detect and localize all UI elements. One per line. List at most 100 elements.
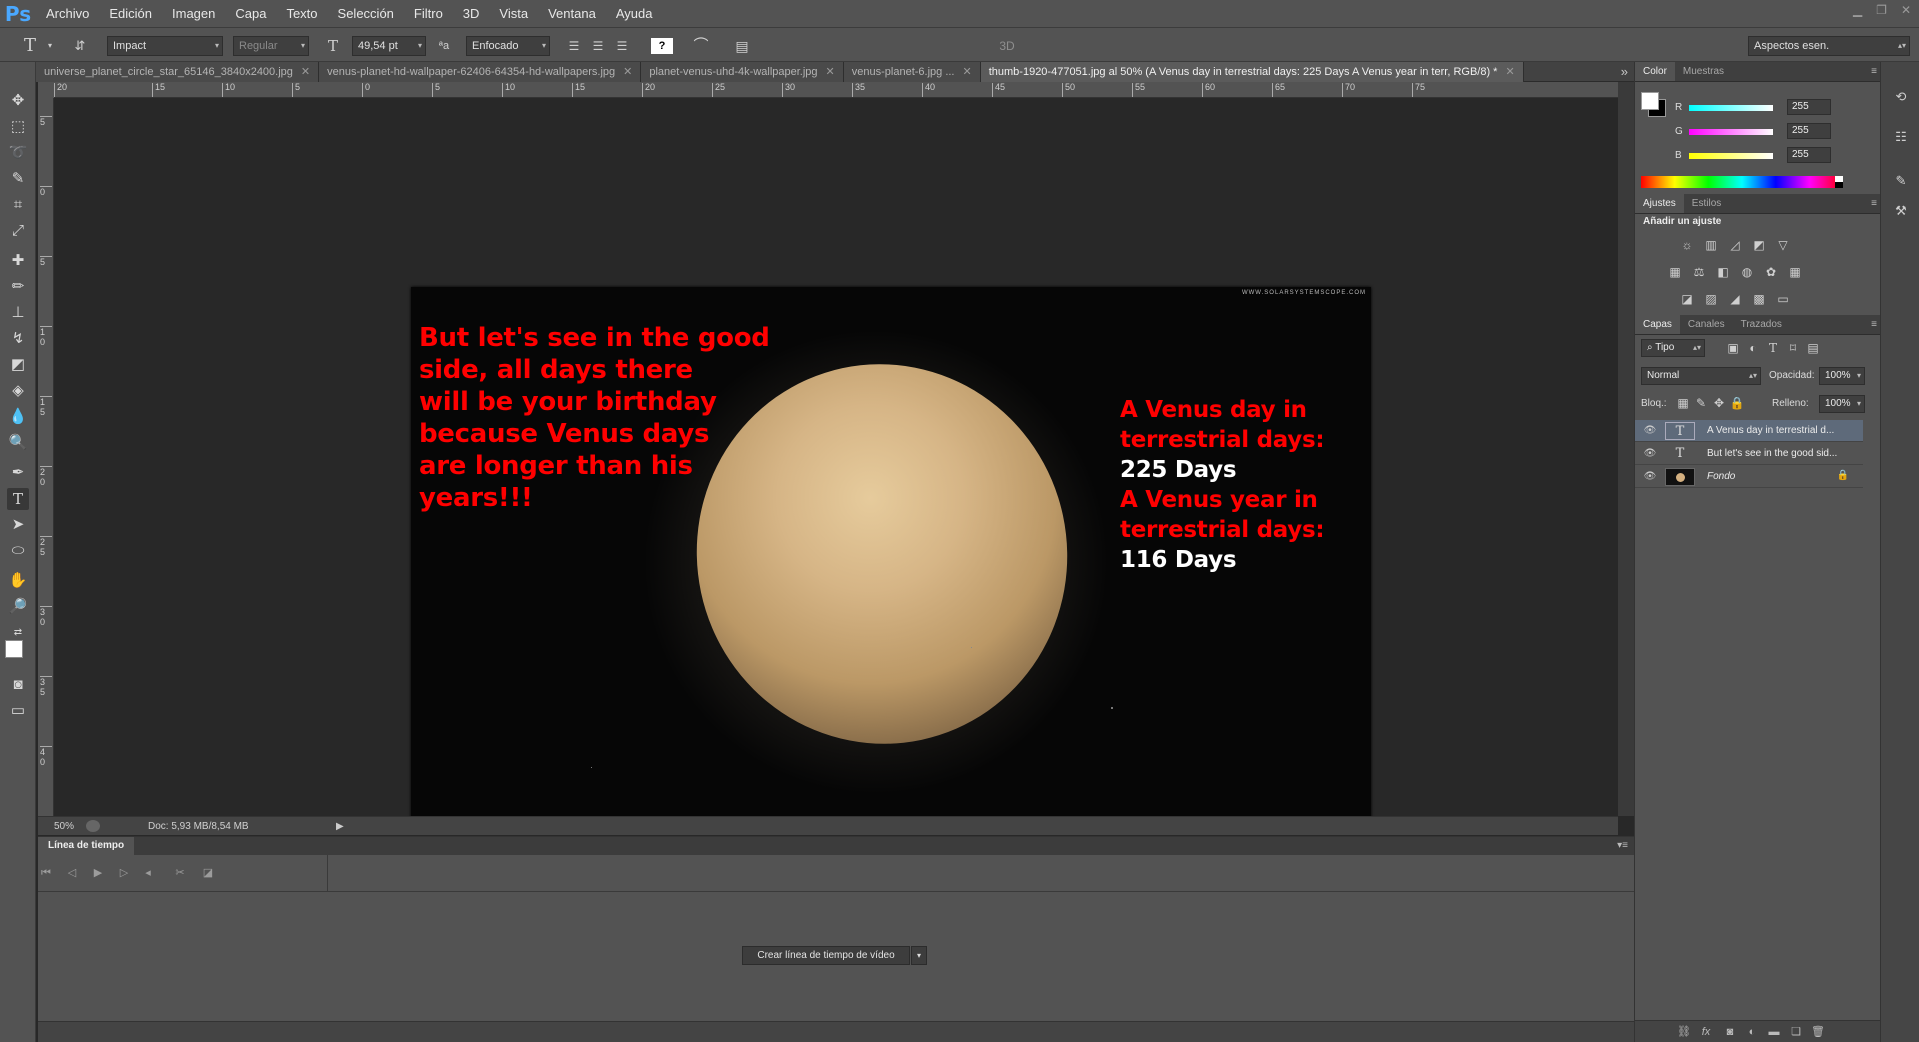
crop-tool-icon[interactable]: ⌗ [7, 194, 29, 216]
blend-mode-select[interactable]: Normal ▴▾ [1641, 367, 1761, 385]
split-icon[interactable]: ✂ [172, 865, 188, 881]
layer-style-icon[interactable]: fx [1699, 1025, 1713, 1039]
layer-row-venus-day[interactable]: 👁 T A Venus day in terrestrial d... [1635, 420, 1863, 442]
dodge-tool-icon[interactable]: 🔍 [7, 432, 29, 454]
add-mask-icon[interactable]: ◙ [1723, 1025, 1737, 1039]
selective-color-icon[interactable]: ▩ [1751, 292, 1767, 306]
panel-menu-icon[interactable]: ≡ [1871, 194, 1877, 214]
tab-color[interactable]: Color [1635, 62, 1675, 81]
quick-selection-tool-icon[interactable]: ✎ [7, 168, 29, 190]
font-size-select[interactable]: 49,54 pt ▾ [352, 36, 426, 56]
menu-filtro[interactable]: Filtro [404, 0, 453, 27]
green-slider[interactable]: G 255 [1675, 123, 1875, 140]
new-layer-icon[interactable]: ❏ [1789, 1025, 1803, 1039]
screen-mode-icon[interactable]: ▭ [7, 700, 29, 722]
layer-name[interactable]: But let's see in the good sid... [1707, 443, 1837, 465]
font-family-select[interactable]: Impact ▾ [107, 36, 223, 56]
canvas-area[interactable]: WWW.SOLARSYSTEMSCOPE.COM But let's see i… [55, 99, 1618, 827]
levels-icon[interactable]: ▥ [1703, 238, 1719, 252]
clone-stamp-tool-icon[interactable]: ⊥ [7, 302, 29, 324]
lasso-tool-icon[interactable]: ➰ [7, 142, 29, 164]
posterize-icon[interactable]: ▨ [1703, 292, 1719, 306]
tab-venus-hd-wallpaper[interactable]: venus-planet-hd-wallpaper-62406-64354-hd… [319, 62, 642, 82]
filter-pixel-icon[interactable]: ▣ [1725, 341, 1741, 355]
filter-shape-icon[interactable]: ⌑ [1785, 341, 1801, 355]
menu-edicion[interactable]: Edición [99, 0, 162, 27]
move-tool-icon[interactable]: ✥ [7, 90, 29, 112]
exposure-icon[interactable]: ◩ [1751, 238, 1767, 252]
preset-dropdown-icon[interactable]: ▾ [40, 36, 60, 56]
zoom-level-field[interactable]: 50% [38, 821, 78, 832]
venus-day-text-layer[interactable]: A Venus day in terrestrial days: 225 Day… [1120, 395, 1370, 575]
menu-vista[interactable]: Vista [489, 0, 538, 27]
color-lookup-icon[interactable]: ▦ [1787, 265, 1803, 279]
menu-3d[interactable]: 3D [453, 0, 490, 27]
3d-mode-button[interactable]: 3D [992, 36, 1022, 56]
black-white-icon[interactable]: ◧ [1715, 265, 1731, 279]
vertical-ruler[interactable]: 5 0 5 1 0 1 5 2 0 2 5 3 0 3 5 4 0 [38, 98, 54, 816]
menu-capa[interactable]: Capa [225, 0, 276, 27]
opacity-field[interactable]: 100% ▾ [1819, 367, 1865, 385]
tab-layers[interactable]: Capas [1635, 315, 1680, 334]
tab-styles[interactable]: Estilos [1684, 194, 1729, 213]
pen-tool-icon[interactable]: ✒ [7, 462, 29, 484]
red-slider[interactable]: R 255 [1675, 99, 1875, 116]
blue-slider[interactable]: B 255 [1675, 147, 1875, 164]
brush-panel-icon[interactable]: ✎ [1892, 172, 1910, 190]
tab-swatches[interactable]: Muestras [1675, 62, 1732, 81]
lock-transparent-icon[interactable]: ▦ [1675, 396, 1691, 410]
eraser-tool-icon[interactable]: ◩ [7, 354, 29, 376]
blue-value-field[interactable]: 255 [1787, 147, 1831, 163]
new-group-icon[interactable]: ▬ [1767, 1025, 1781, 1039]
paint-bucket-tool-icon[interactable]: ◈ [7, 380, 29, 402]
brightness-icon[interactable]: ☼ [1679, 238, 1695, 252]
align-right-icon[interactable]: ☰ [612, 36, 632, 56]
close-tab-icon[interactable]: ✕ [1505, 62, 1514, 82]
filter-smart-object-icon[interactable]: ▤ [1805, 341, 1821, 355]
properties-panel-icon[interactable]: ☷ [1892, 128, 1910, 146]
menu-ventana[interactable]: Ventana [538, 0, 606, 27]
gradient-map-icon[interactable]: ▭ [1775, 292, 1791, 306]
ruler-origin[interactable] [38, 82, 54, 98]
color-spectrum[interactable] [1641, 176, 1843, 188]
transition-icon[interactable]: ◪ [200, 865, 216, 881]
blur-tool-icon[interactable]: 💧 [7, 406, 29, 428]
red-value-field[interactable]: 255 [1787, 99, 1831, 115]
workspace-select[interactable]: Aspectos esen. ▴▾ [1748, 36, 1910, 56]
visibility-eye-icon[interactable]: 👁 [1643, 424, 1657, 438]
antialias-select[interactable]: Enfocado ▾ [466, 36, 550, 56]
audio-icon[interactable]: ◂ [140, 865, 156, 881]
hand-tool-icon[interactable]: ✋ [7, 570, 29, 592]
more-tabs-icon[interactable]: » [1621, 62, 1628, 82]
tab-adjustments[interactable]: Ajustes [1635, 194, 1684, 213]
canvas-vertical-scrollbar[interactable] [1618, 82, 1634, 816]
foreground-color-swatch[interactable] [5, 640, 23, 658]
history-panel-icon[interactable]: ⟲ [1892, 88, 1910, 106]
eyedropper-tool-icon[interactable]: ⤢ [7, 220, 29, 242]
quick-mask-icon[interactable]: ◙ [7, 674, 29, 696]
panel-menu-icon[interactable]: ▾≡ [1617, 837, 1628, 855]
align-center-icon[interactable]: ☰ [588, 36, 608, 56]
menu-texto[interactable]: Texto [276, 0, 327, 27]
menu-archivo[interactable]: Archivo [36, 0, 99, 27]
horizontal-ruler[interactable]: 20 15 10 5 0 5 10 15 20 25 30 35 40 45 50 55 60 65 70 75 [54, 82, 1618, 98]
filter-adjustment-icon[interactable]: ◐ [1745, 341, 1761, 355]
text-color-swatch[interactable]: ? [651, 38, 673, 54]
layer-name[interactable]: A Venus day in terrestrial d... [1707, 420, 1834, 442]
character-panel-icon[interactable]: ▤ [732, 36, 752, 56]
timeline-tab[interactable]: Línea de tiempo [38, 837, 135, 855]
status-menu-arrow-icon[interactable]: ▶ [336, 821, 344, 832]
hue-saturation-icon[interactable]: ▦ [1667, 265, 1683, 279]
tab-venus-planet-6[interactable]: venus-planet-6.jpg ... ✕ [843, 62, 981, 82]
font-style-select[interactable]: Regular ▾ [233, 36, 309, 56]
align-left-icon[interactable]: ☰ [564, 36, 584, 56]
previous-frame-icon[interactable]: ◁ [64, 865, 80, 881]
visibility-eye-icon[interactable]: 👁 [1643, 470, 1657, 484]
create-video-timeline-button[interactable]: Crear línea de tiempo de vídeo [742, 946, 910, 965]
fill-field[interactable]: 100% ▾ [1819, 395, 1865, 413]
restore-icon[interactable]: ❐ [1876, 3, 1887, 17]
tab-planet-venus-uhd[interactable]: planet-venus-uhd-4k-wallpaper.jpg ✕ [641, 62, 844, 82]
history-brush-tool-icon[interactable]: ↯ [7, 328, 29, 350]
vibrance-icon[interactable]: ▽ [1775, 238, 1791, 252]
type-tool-preset-icon[interactable]: T [20, 36, 40, 56]
